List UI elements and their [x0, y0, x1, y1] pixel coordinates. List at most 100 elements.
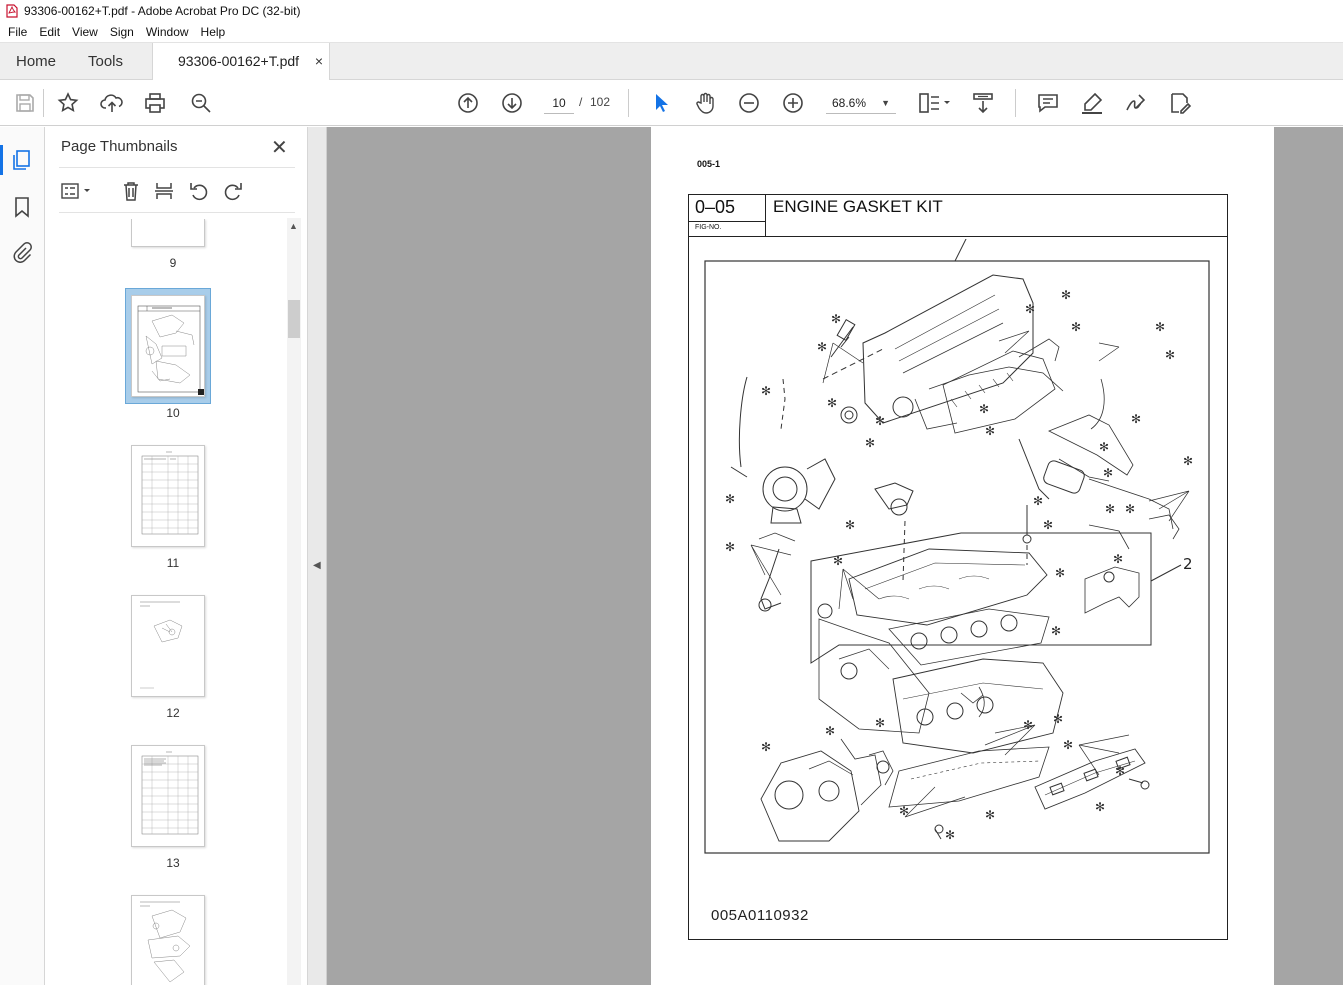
engine-exploded-drawing: ✻✻✻✻ ✻✻✻✻ ✻ ✻✻✻ ✻✻✻✻ ✻✻✻ ✻ ✻ ✻✻✻ ✻✻✻✻ ✻✻✻✻ … — [704, 239, 1210, 854]
menu-file[interactable]: File — [2, 25, 33, 39]
close-icon[interactable]: ✕ — [271, 135, 288, 160]
page-display-icon[interactable] — [916, 90, 952, 116]
svg-text:✻: ✻ — [899, 804, 909, 818]
thumbnail-page-12[interactable] — [131, 595, 205, 697]
svg-text:✻: ✻ — [1103, 466, 1113, 480]
page-code: 005-1 — [697, 159, 721, 169]
svg-text:✻: ✻ — [761, 740, 771, 754]
menu-bar: File Edit View Sign Window Help — [0, 22, 1343, 43]
bookmarks-icon[interactable] — [10, 195, 34, 219]
comment-icon[interactable] — [1035, 90, 1061, 116]
figure-header: 0–05 FIG-NO. ENGINE GASKET KIT — [689, 195, 1227, 237]
sign-icon[interactable] — [1123, 90, 1149, 116]
thumbnail-label: 10 — [166, 406, 180, 420]
svg-text:✻: ✻ — [1105, 502, 1115, 516]
svg-text:✻: ✻ — [817, 340, 827, 354]
prev-page-icon[interactable] — [455, 90, 481, 116]
thumbnail-page-14[interactable] — [131, 895, 205, 985]
collapse-left-icon[interactable]: ◀ — [313, 560, 321, 571]
rotate-cw-icon[interactable] — [221, 179, 245, 203]
document-viewport[interactable]: 005-1 0–05 FIG-NO. ENGINE GASKET KIT ✻ ✻… — [327, 127, 1343, 985]
svg-text:✻: ✻ — [1033, 494, 1043, 508]
svg-text:✻: ✻ — [831, 312, 841, 326]
zoom-out-icon[interactable] — [736, 90, 762, 116]
svg-text:✻: ✻ — [1061, 288, 1071, 302]
svg-text:✻: ✻ — [1053, 712, 1063, 726]
select-cursor-icon[interactable] — [648, 90, 674, 116]
svg-text:✻: ✻ — [1043, 518, 1053, 532]
page-thumbnails-icon[interactable] — [10, 148, 34, 172]
thumbnail-options-icon[interactable] — [59, 179, 95, 203]
thumbnail-label: 12 — [166, 706, 180, 720]
tab-document-label: 93306-00162+T.pdf — [178, 53, 300, 69]
toolbar-separator — [1015, 89, 1016, 117]
svg-text:✻: ✻ — [725, 540, 735, 554]
page-separator: / — [579, 95, 583, 109]
zoom-in-icon[interactable] — [780, 90, 806, 116]
thumbnail-page-10[interactable] — [131, 295, 205, 397]
toolbar-separator — [628, 89, 629, 117]
save-icon[interactable] — [12, 90, 38, 116]
search-zoom-icon[interactable] — [188, 90, 214, 116]
thumbnail-toolbar — [59, 167, 295, 213]
scroll-mode-icon[interactable] — [970, 90, 996, 116]
tab-document[interactable]: 93306-00162+T.pdf × — [152, 43, 330, 81]
svg-text:✻: ✻ — [985, 424, 995, 438]
scrollbar-thumb[interactable] — [288, 300, 300, 338]
part-code: 005A0110932 — [711, 907, 809, 924]
svg-text:✻: ✻ — [1023, 718, 1033, 732]
svg-text:✻: ✻ — [845, 518, 855, 532]
pane-title: Page Thumbnails — [61, 138, 178, 155]
menu-help[interactable]: Help — [195, 25, 232, 39]
rotate-ccw-icon[interactable] — [187, 179, 211, 203]
pane-collapse-strip[interactable]: ◀ — [308, 127, 327, 985]
attachments-icon[interactable] — [10, 240, 34, 264]
svg-text:✻: ✻ — [761, 384, 771, 398]
svg-text:✻: ✻ — [985, 808, 995, 822]
svg-text:✻: ✻ — [725, 492, 735, 506]
main-toolbar — [0, 80, 1343, 126]
delete-page-icon[interactable] — [119, 179, 143, 203]
hand-icon[interactable] — [692, 90, 718, 116]
thumbnail-label: 9 — [169, 256, 177, 270]
split-page-icon[interactable] — [152, 179, 176, 203]
fill-sign-icon[interactable] — [1167, 90, 1193, 116]
tab-close-button[interactable]: × — [315, 43, 323, 80]
thumbnail-page-13[interactable] — [131, 745, 205, 847]
svg-text:✻: ✻ — [875, 716, 885, 730]
menu-view[interactable]: View — [66, 25, 104, 39]
svg-text:✻: ✻ — [979, 402, 989, 416]
print-icon[interactable] — [142, 90, 168, 116]
figure-title: ENGINE GASKET KIT — [773, 197, 943, 216]
window-title: 93306-00162+T.pdf - Adobe Acrobat Pro DC… — [24, 4, 301, 18]
thumbnails-pane: Page Thumbnails ✕ 9 10 11 12 13 — [45, 127, 308, 985]
menu-edit[interactable]: Edit — [33, 25, 66, 39]
thumbnail-scrollbar[interactable]: ▲ — [287, 218, 301, 985]
svg-text:✻: ✻ — [833, 554, 843, 568]
svg-text:✻: ✻ — [827, 396, 837, 410]
svg-text:✻: ✻ — [875, 414, 885, 428]
svg-text:✻: ✻ — [1131, 412, 1141, 426]
navigation-rail — [0, 127, 45, 985]
next-page-icon[interactable] — [499, 90, 525, 116]
callout-2: 2 — [1183, 555, 1193, 573]
menu-window[interactable]: Window — [140, 25, 195, 39]
thumbnail-page-11[interactable] — [131, 445, 205, 547]
bookmark-star-icon[interactable] — [55, 90, 81, 116]
upload-icon[interactable] — [99, 90, 125, 116]
tab-tools[interactable]: Tools — [88, 43, 123, 80]
svg-text:✻: ✻ — [1113, 552, 1123, 566]
zoom-value: 68.6% — [832, 96, 867, 110]
svg-text:✻: ✻ — [1115, 764, 1125, 778]
svg-text:✻: ✻ — [1063, 738, 1073, 752]
page-number-input[interactable] — [544, 92, 574, 114]
svg-text:✻: ✻ — [945, 828, 955, 842]
thumbnail-page-9[interactable] — [131, 219, 205, 247]
scroll-up-icon[interactable]: ▲ — [289, 221, 298, 231]
tab-bar: Home Tools 93306-00162+T.pdf × — [0, 43, 1343, 81]
tab-home[interactable]: Home — [16, 43, 56, 80]
menu-sign[interactable]: Sign — [104, 25, 140, 39]
svg-text:✻: ✻ — [1051, 624, 1061, 638]
zoom-dropdown[interactable]: 68.6% ▼ — [826, 92, 896, 114]
highlight-icon[interactable] — [1079, 90, 1105, 116]
